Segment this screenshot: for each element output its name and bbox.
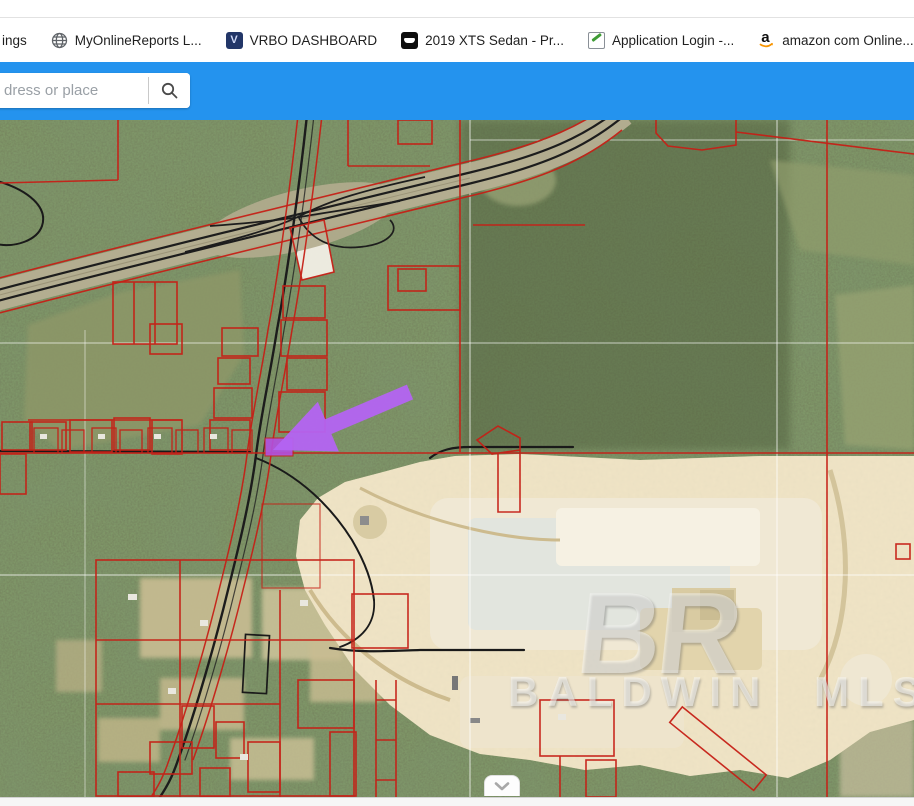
globe-icon <box>51 32 68 49</box>
bookmark-xts-sedan[interactable]: 2019 XTS Sedan - Pr... <box>401 32 564 49</box>
search-icon <box>160 81 179 100</box>
bookmark-label: MyOnlineReports L... <box>75 33 202 48</box>
collapse-panel-button[interactable] <box>484 775 520 796</box>
bookmark-label: amazon com Online... <box>782 33 913 48</box>
browser-window: ings MyOnlineReports L... V VRBO DASHBOA… <box>0 0 914 806</box>
vrbo-icon: V <box>226 32 243 49</box>
aerial-imagery <box>0 120 914 797</box>
window-sticker-icon <box>401 32 418 49</box>
bookmark-label: Application Login -... <box>612 33 734 48</box>
bookmark-label: VRBO DASHBOARD <box>250 33 378 48</box>
bookmark-amazon[interactable]: a amazon com Online... <box>758 32 913 49</box>
bookmark-application-login[interactable]: Application Login -... <box>588 32 734 49</box>
bottom-panel <box>0 797 914 806</box>
search-box <box>0 73 190 108</box>
bookmark-label: 2019 XTS Sedan - Pr... <box>425 33 564 48</box>
bookmark-vrbo[interactable]: V VRBO DASHBOARD <box>226 32 378 49</box>
search-button[interactable] <box>149 73 190 108</box>
bookmark-myonlinereports[interactable]: MyOnlineReports L... <box>51 32 202 49</box>
chevron-down-icon <box>494 782 510 791</box>
bookmark-clipped[interactable]: ings <box>2 33 27 48</box>
bookmark-label: ings <box>2 33 27 48</box>
browser-chrome-strip <box>0 0 914 18</box>
map-canvas[interactable]: BR BALDWIN MLS <box>0 120 914 797</box>
pencil-note-icon <box>588 32 605 49</box>
bookmarks-bar: ings MyOnlineReports L... V VRBO DASHBOA… <box>0 18 914 62</box>
map-toolbar <box>0 62 914 120</box>
search-input[interactable] <box>0 73 148 108</box>
amazon-icon: a <box>758 32 775 49</box>
